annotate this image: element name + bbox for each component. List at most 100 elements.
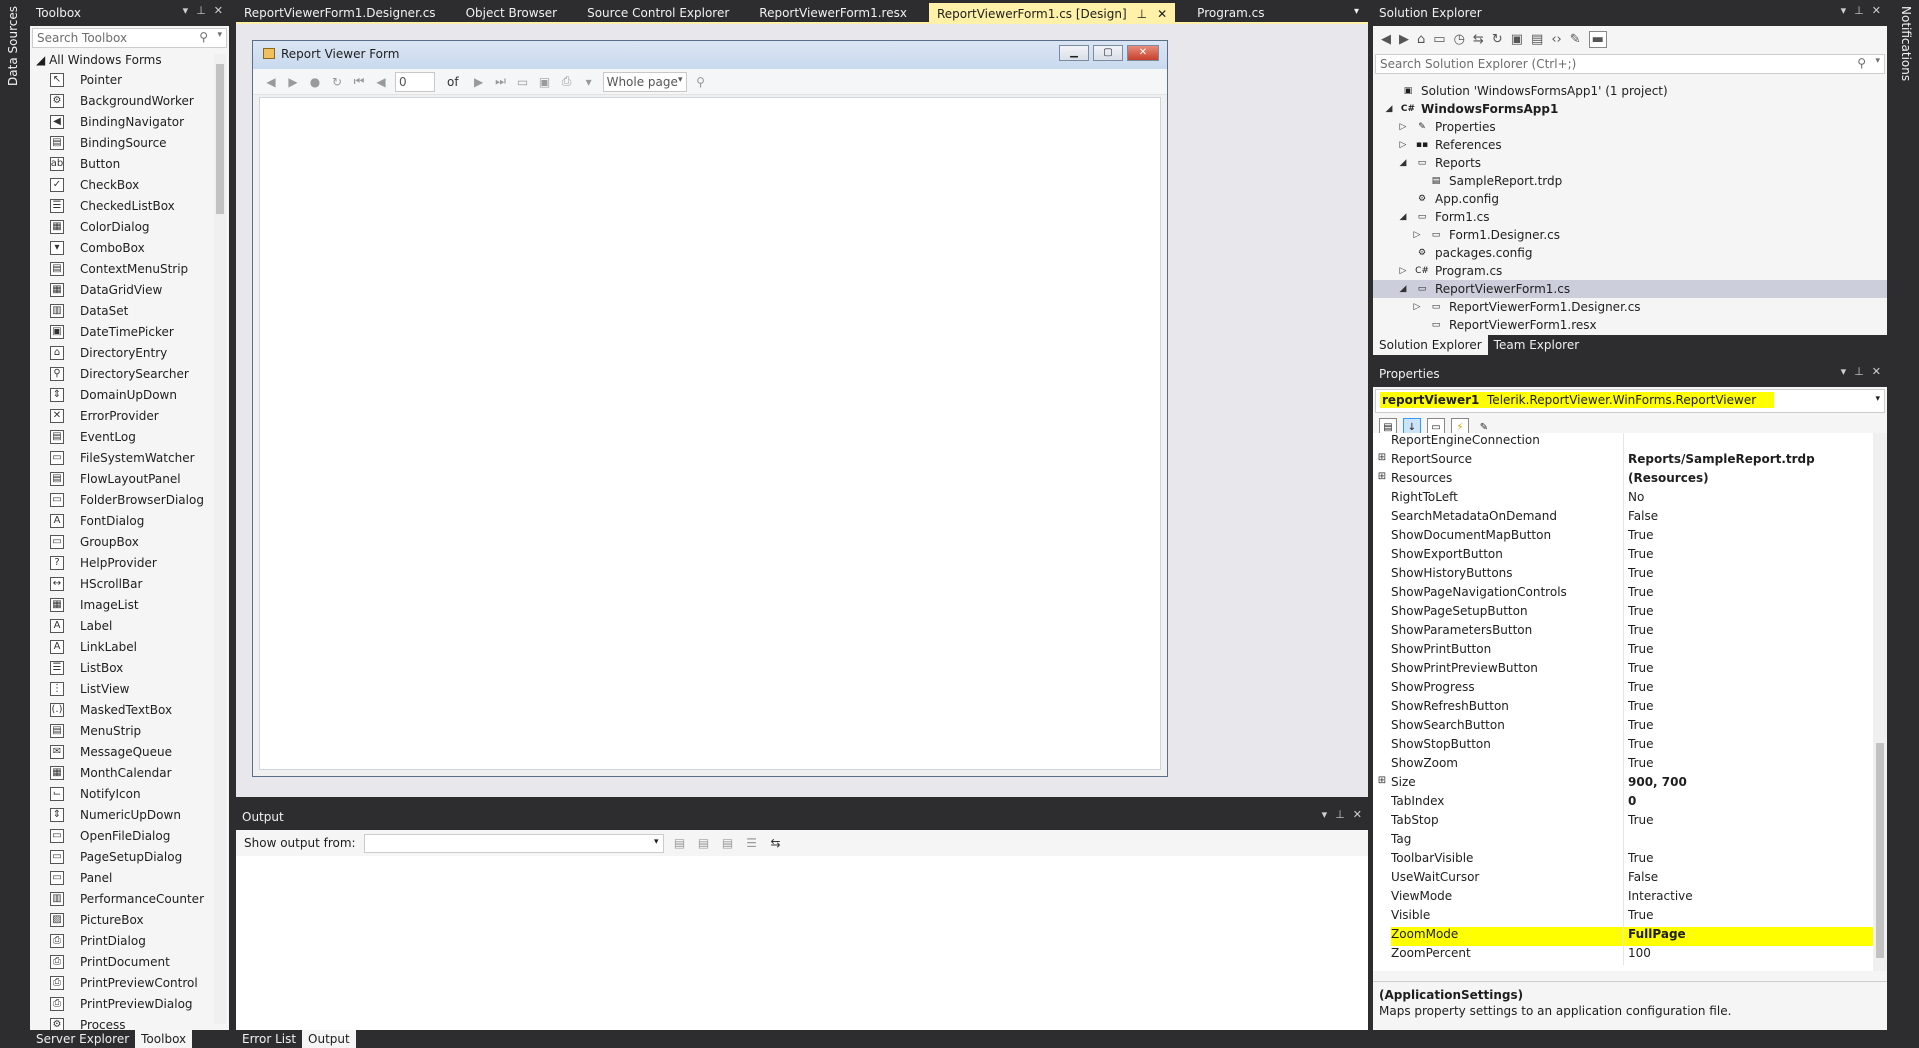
dropdown-icon[interactable]: ▾ [1322, 808, 1328, 821]
close-icon[interactable]: ✕ [1872, 4, 1881, 17]
toolbox-item[interactable]: ? HelpProvider [30, 552, 229, 573]
toolbox-item[interactable]: ⎙ PrintDialog [30, 930, 229, 951]
solution-tree-item[interactable]: ▷ ▪▪ References [1373, 136, 1887, 154]
expand-triangle-icon[interactable]: ▷ [1397, 122, 1409, 132]
next-message-icon[interactable]: ▤ [720, 835, 736, 851]
refresh-icon[interactable]: ↻ [329, 74, 345, 90]
export-icon[interactable]: ▾ [581, 74, 597, 90]
property-value[interactable]: True [1623, 680, 1873, 699]
solution-search-input[interactable]: Search Solution Explorer (Ctrl+;) ⚲ ▾ [1375, 54, 1885, 74]
property-value[interactable]: False [1623, 870, 1873, 889]
toolbox-item[interactable]: ☰ CheckedListBox [30, 195, 229, 216]
previous-page-icon[interactable]: ◀ [373, 74, 389, 90]
toolbox-item[interactable]: ▦ ImageList [30, 594, 229, 615]
next-page-icon[interactable]: ▶ [471, 74, 487, 90]
property-row[interactable]: UseWaitCursor False [1373, 870, 1873, 889]
tab-server-explorer[interactable]: Server Explorer [30, 1030, 135, 1048]
property-row[interactable]: ShowExportButton True [1373, 547, 1873, 566]
doc-tab[interactable]: ReportViewerForm1.cs [Design] ⊥ ✕ [928, 3, 1176, 24]
property-row[interactable]: SearchMetadataOnDemand False [1373, 509, 1873, 528]
expand-triangle-icon[interactable]: ▷ [1411, 230, 1423, 240]
property-value[interactable]: 0 [1623, 794, 1873, 813]
property-value[interactable]: True [1623, 737, 1873, 756]
pin-icon[interactable]: ⊥ [1335, 808, 1345, 821]
close-icon[interactable]: ✕ [1872, 365, 1881, 378]
doc-tab[interactable]: Source Control Explorer [579, 3, 737, 24]
property-value[interactable]: True [1623, 661, 1873, 680]
chevron-down-icon[interactable]: ▾ [1875, 56, 1880, 66]
last-page-icon[interactable]: ⏭ [493, 74, 509, 90]
toolbox-item[interactable]: ☰ ListBox [30, 657, 229, 678]
toolbox-item[interactable]: A FontDialog [30, 510, 229, 531]
toolbox-item[interactable]: ▭ GroupBox [30, 531, 229, 552]
toolbox-scrollbar[interactable] [214, 54, 226, 1024]
prev-message-icon[interactable]: ▤ [696, 835, 712, 851]
property-row[interactable]: ReportEngineConnection [1373, 433, 1873, 452]
switch-views-icon[interactable]: ▭ [1433, 32, 1445, 47]
property-value[interactable]: True [1623, 642, 1873, 661]
property-value[interactable]: True [1623, 699, 1873, 718]
property-row[interactable]: ShowHistoryButtons True [1373, 566, 1873, 585]
close-icon[interactable]: ✕ [1353, 808, 1362, 821]
forward-icon[interactable]: ▶ [1399, 32, 1409, 47]
property-row[interactable]: ZoomPercent 100 [1373, 946, 1873, 965]
toolbox-item[interactable]: ▭ FolderBrowserDialog [30, 489, 229, 510]
property-value[interactable]: False [1623, 509, 1873, 528]
data-sources-side-tab[interactable]: Data Sources [6, 6, 20, 86]
solution-tree-item[interactable]: ▷ ▭ ReportViewerForm1.Designer.cs [1373, 298, 1887, 316]
property-row[interactable]: ShowZoom True [1373, 756, 1873, 775]
doc-tab[interactable]: Program.cs [1189, 3, 1272, 24]
toolbox-item[interactable]: A LinkLabel [30, 636, 229, 657]
property-value[interactable]: True [1623, 528, 1873, 547]
property-value[interactable]: 100 [1623, 946, 1873, 965]
property-value[interactable]: True [1623, 756, 1873, 775]
print-icon[interactable]: ⎙ [559, 74, 575, 90]
property-row[interactable]: ShowProgress True [1373, 680, 1873, 699]
toolbox-item[interactable]: ⎙ PrintPreviewControl [30, 972, 229, 993]
property-value[interactable]: (Resources) [1623, 471, 1873, 490]
toolbox-item[interactable]: ▦ ColorDialog [30, 216, 229, 237]
property-row[interactable]: ZoomMode FullPage [1373, 927, 1873, 946]
property-row[interactable]: TabStop True [1373, 813, 1873, 832]
property-row[interactable]: ⊞ Resources (Resources) [1373, 471, 1873, 490]
toolbox-item[interactable]: ✓ CheckBox [30, 174, 229, 195]
expand-triangle-icon[interactable]: ▷ [1397, 266, 1409, 276]
toolbox-item[interactable]: ▥ PerformanceCounter [30, 888, 229, 909]
solution-tree-item[interactable]: ▷ C# Program.cs [1373, 262, 1887, 280]
stop-icon[interactable]: ● [307, 74, 323, 90]
toolbox-item[interactable]: ◀ BindingNavigator [30, 111, 229, 132]
toolbox-item[interactable]: ▥ DataSet [30, 300, 229, 321]
property-value[interactable]: True [1623, 585, 1873, 604]
tab-toolbox[interactable]: Toolbox [135, 1030, 193, 1048]
maximize-button[interactable]: ▢ [1093, 45, 1123, 61]
toolbox-item[interactable]: ⇕ DomainUpDown [30, 384, 229, 405]
toolbox-item[interactable]: ⌂ DirectoryEntry [30, 342, 229, 363]
property-value[interactable]: True [1623, 604, 1873, 623]
output-source-select[interactable]: ▾ [363, 833, 664, 853]
solution-tree-item[interactable]: ⚙ App.config [1373, 190, 1887, 208]
expand-triangle-icon[interactable]: ◢ [1397, 284, 1409, 294]
show-all-files-icon[interactable]: ▤ [1531, 32, 1543, 47]
first-page-icon[interactable]: ⏮ [351, 74, 367, 90]
report-viewer-canvas[interactable] [259, 97, 1161, 770]
doc-tab[interactable]: ReportViewerForm1.Designer.cs [236, 3, 444, 24]
clear-all-icon[interactable]: ☰ [744, 835, 760, 851]
toolbox-item[interactable]: ⎙ PrintPreviewDialog [30, 993, 229, 1014]
view-code-icon[interactable]: ‹› [1551, 32, 1561, 47]
property-value[interactable] [1623, 832, 1873, 851]
find-message-icon[interactable]: ▤ [672, 835, 688, 851]
pin-icon[interactable]: ⊥ [196, 4, 206, 17]
toolbox-item[interactable]: ▦ MonthCalendar [30, 762, 229, 783]
object-selector[interactable]: reportViewer1 Telerik.ReportViewer.WinFo… [1375, 389, 1885, 413]
solution-tree-item[interactable]: ▷ ✎ Properties [1373, 118, 1887, 136]
property-grid-scrollbar[interactable] [1873, 433, 1887, 971]
property-row[interactable]: ShowPageNavigationControls True [1373, 585, 1873, 604]
solution-tree-item[interactable]: ◢ ▭ ReportViewerForm1.cs [1373, 280, 1887, 298]
toolbox-item[interactable]: ▤ BindingSource [30, 132, 229, 153]
solution-tree-item[interactable]: ▷ ▭ Form1.Designer.cs [1373, 226, 1887, 244]
expand-triangle-icon[interactable]: ▷ [1411, 302, 1423, 312]
toolbox-item[interactable]: ▦ DataGridView [30, 279, 229, 300]
forward-icon[interactable]: ▶ [285, 74, 301, 90]
property-value[interactable]: True [1623, 566, 1873, 585]
toolbox-item[interactable]: ▭ OpenFileDialog [30, 825, 229, 846]
